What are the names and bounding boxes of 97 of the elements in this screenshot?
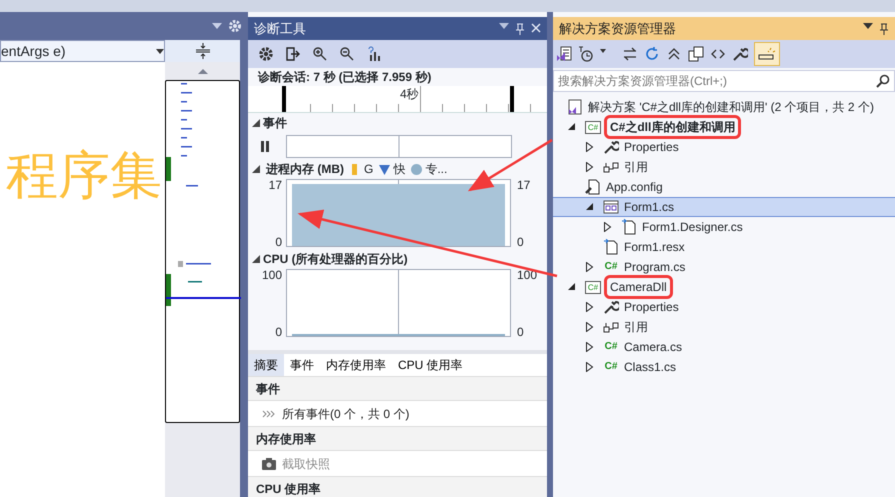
- file-icon: [621, 219, 637, 235]
- expander-icon[interactable]: [585, 322, 594, 332]
- copy-icon[interactable]: [688, 46, 704, 62]
- expander-icon[interactable]: [567, 282, 576, 292]
- section-title: 进程内存 (MB): [266, 161, 344, 178]
- expander-icon[interactable]: [585, 142, 594, 152]
- axis-tick-label: 0: [517, 326, 525, 339]
- axis-tick-label: 0: [274, 236, 282, 249]
- highlighted-label: CameraDll: [607, 278, 670, 296]
- section-title: 事件: [263, 115, 287, 132]
- tree-item[interactable]: C# CameraDll: [553, 277, 895, 297]
- refresh-icon[interactable]: [644, 46, 660, 62]
- chevrons-icon: [262, 410, 276, 418]
- expander-icon[interactable]: [585, 342, 594, 352]
- axis-tick-label: 0: [517, 236, 525, 249]
- dropdown-icon[interactable]: [499, 22, 509, 28]
- preview-icon: [758, 46, 776, 62]
- tree-item[interactable]: C# Class1.cs: [553, 357, 895, 377]
- ruler-label: 4秒: [400, 87, 419, 101]
- tree-item[interactable]: App.config: [553, 177, 895, 197]
- dropdown-value: entArgs e): [1, 42, 66, 61]
- highlighted-label: C#之dll库的创建和调用: [607, 118, 738, 136]
- settings-icon[interactable]: [258, 46, 274, 62]
- expander-icon[interactable]: [252, 119, 260, 127]
- panel-title: 解决方案资源管理器: [559, 20, 676, 38]
- tree-item[interactable]: C# Program.cs: [553, 257, 895, 277]
- expander-icon[interactable]: [585, 202, 594, 212]
- tree-item[interactable]: C# Camera.cs: [553, 337, 895, 357]
- csharp-file-icon: C#: [603, 359, 619, 375]
- preview-toggle-button[interactable]: [754, 42, 780, 66]
- panel-title: 诊断工具: [254, 20, 306, 38]
- zoom-in-icon[interactable]: [312, 46, 328, 62]
- wrench-icon[interactable]: [732, 46, 748, 62]
- summary-link: 截取快照: [282, 456, 330, 472]
- axis-tick-label: 100: [260, 269, 282, 282]
- tree-item[interactable]: C# C#之dll库的创建和调用: [553, 117, 895, 137]
- dropdown-icon[interactable]: [863, 22, 873, 28]
- axis-tick-label: 100: [517, 269, 538, 282]
- wrench-icon: [603, 139, 619, 155]
- expander-icon[interactable]: [585, 362, 594, 372]
- tree-item[interactable]: Form1.resx: [553, 237, 895, 257]
- export-icon[interactable]: [285, 46, 301, 62]
- expander-icon[interactable]: [585, 262, 594, 272]
- camera-icon: [262, 458, 276, 470]
- tree-item[interactable]: 引用: [553, 317, 895, 337]
- form-icon: [603, 199, 619, 215]
- timeline-ruler[interactable]: 4秒: [248, 86, 547, 113]
- collapse-all-icon[interactable]: [666, 46, 682, 62]
- expander-icon[interactable]: [603, 222, 612, 232]
- tree-item[interactable]: Form1.Designer.cs: [553, 217, 895, 237]
- tree-item[interactable]: 解决方案 'C#之dll库的创建和调用' (2 个项目，共 2 个): [553, 97, 895, 117]
- tree-item[interactable]: Properties: [553, 137, 895, 157]
- section-title: CPU (所有处理器的百分比): [263, 251, 408, 268]
- expander-icon[interactable]: [252, 255, 260, 263]
- caret-icon: [156, 48, 164, 54]
- tree-item[interactable]: 引用: [553, 157, 895, 177]
- sync-icon[interactable]: [622, 46, 638, 62]
- section-heading: 内存使用率: [248, 426, 547, 451]
- zoom-out-icon[interactable]: [339, 46, 355, 62]
- tree-item[interactable]: Properties: [553, 297, 895, 317]
- expander-icon[interactable]: [567, 122, 576, 132]
- solution-icon: [567, 99, 583, 115]
- csharp-file-icon: C#: [603, 339, 619, 355]
- tab[interactable]: 事件: [284, 354, 320, 376]
- expander-icon[interactable]: [585, 162, 594, 172]
- csharp-file-icon: C#: [603, 259, 619, 275]
- axis-tick-label: 0: [274, 326, 282, 339]
- tree-item[interactable]: Form1.cs: [553, 197, 895, 217]
- tab[interactable]: 内存使用率: [320, 354, 392, 376]
- expander-icon[interactable]: [585, 302, 594, 312]
- csharp-project-icon: C#: [585, 120, 601, 134]
- section-heading: CPU 使用率: [248, 476, 547, 497]
- config-file-icon: [585, 179, 601, 195]
- close-icon[interactable]: [531, 22, 541, 32]
- csharp-project-icon: C#: [585, 280, 601, 294]
- annotation-text: 程序集: [6, 150, 162, 202]
- pause-icon[interactable]: [260, 140, 270, 152]
- file-icon: [603, 239, 619, 255]
- legend-label: 专...: [425, 161, 448, 178]
- expander-icon[interactable]: [252, 165, 260, 173]
- code-minimap[interactable]: [165, 80, 240, 423]
- split-window-button[interactable]: [165, 40, 240, 62]
- pin-icon[interactable]: [879, 22, 889, 34]
- wrench-icon: [603, 299, 619, 315]
- legend-label: G: [364, 161, 374, 178]
- axis-tick-label: 17: [517, 179, 532, 192]
- member-dropdown[interactable]: entArgs e): [0, 40, 165, 62]
- section-heading: 事件: [248, 376, 547, 401]
- search-field[interactable]: 搜索解决方案资源管理器(Ctrl+;): [553, 70, 895, 92]
- history-icon[interactable]: [578, 46, 594, 62]
- tab[interactable]: CPU 使用率: [392, 354, 469, 376]
- axis-tick-label: 17: [268, 179, 282, 192]
- tab[interactable]: 摘要: [248, 354, 284, 376]
- legend-label: 快: [393, 161, 406, 178]
- split-icon: [194, 43, 210, 59]
- search-icon[interactable]: [876, 74, 890, 88]
- session-summary: 诊断会话: 7 秒 (已选择 7.959 秒): [256, 69, 432, 86]
